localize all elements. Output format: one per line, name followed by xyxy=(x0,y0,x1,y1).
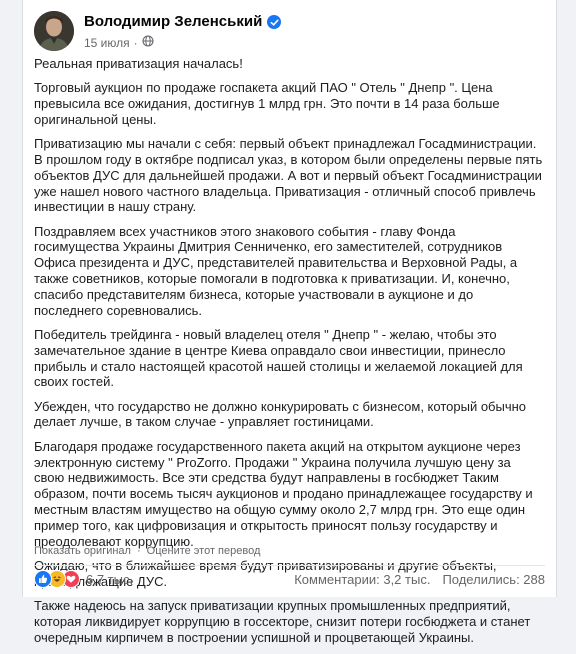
post-paragraph: Победитель трейдинга - новый владелец от… xyxy=(34,326,523,390)
author-name[interactable]: Володимир Зеленський xyxy=(84,13,282,31)
post-meta: 15 июля · xyxy=(84,35,154,51)
post-paragraph: Приватизацию мы начали с себя: первый об… xyxy=(34,136,543,215)
rate-translation-link[interactable]: Оцените этот перевод xyxy=(147,545,261,557)
reactions-count[interactable]: 6,7 тыс. xyxy=(86,572,133,587)
post-header: Володимир Зеленський 15 июля · xyxy=(23,0,556,56)
post-date[interactable]: 15 июля xyxy=(84,35,130,51)
like-reaction-icon xyxy=(34,570,52,588)
globe-icon[interactable] xyxy=(142,35,154,51)
author-avatar[interactable] xyxy=(34,11,74,51)
avatar-portrait-icon xyxy=(34,11,74,51)
footer-divider xyxy=(34,565,545,566)
post-paragraph: Реальная приватизация началась! xyxy=(34,56,243,71)
comments-count[interactable]: Комментарии: 3,2 тыс. xyxy=(294,572,430,587)
shares-count[interactable]: Поделились: 288 xyxy=(442,572,545,587)
post-paragraph: Также надеюсь на запуск приватизации кру… xyxy=(34,597,531,645)
meta-separator: · xyxy=(133,36,138,50)
post-paragraph: Благодаря продаже государственного пакет… xyxy=(34,438,533,549)
engagement-stats: Комментарии: 3,2 тыс. Поделились: 288 xyxy=(294,572,545,587)
translation-separator: · xyxy=(136,545,141,557)
post-paragraph: Поздравляем всех участников этого знаков… xyxy=(34,223,518,318)
show-original-link[interactable]: Показать оригинал xyxy=(34,545,131,557)
author-name-text[interactable]: Володимир Зеленський xyxy=(84,13,262,31)
reactions-summary[interactable]: 6,7 тыс. xyxy=(34,570,133,588)
post-card: Володимир Зеленський 15 июля · Реальная … xyxy=(22,0,557,645)
translation-bar: Показать оригинал · Оцените этот перевод xyxy=(34,545,260,557)
post-paragraph: Торговый аукцион по продаже госпакета ак… xyxy=(34,80,500,127)
verified-badge-icon xyxy=(267,15,282,29)
post-paragraph: Убежден, что государство не должно конку… xyxy=(34,398,527,430)
